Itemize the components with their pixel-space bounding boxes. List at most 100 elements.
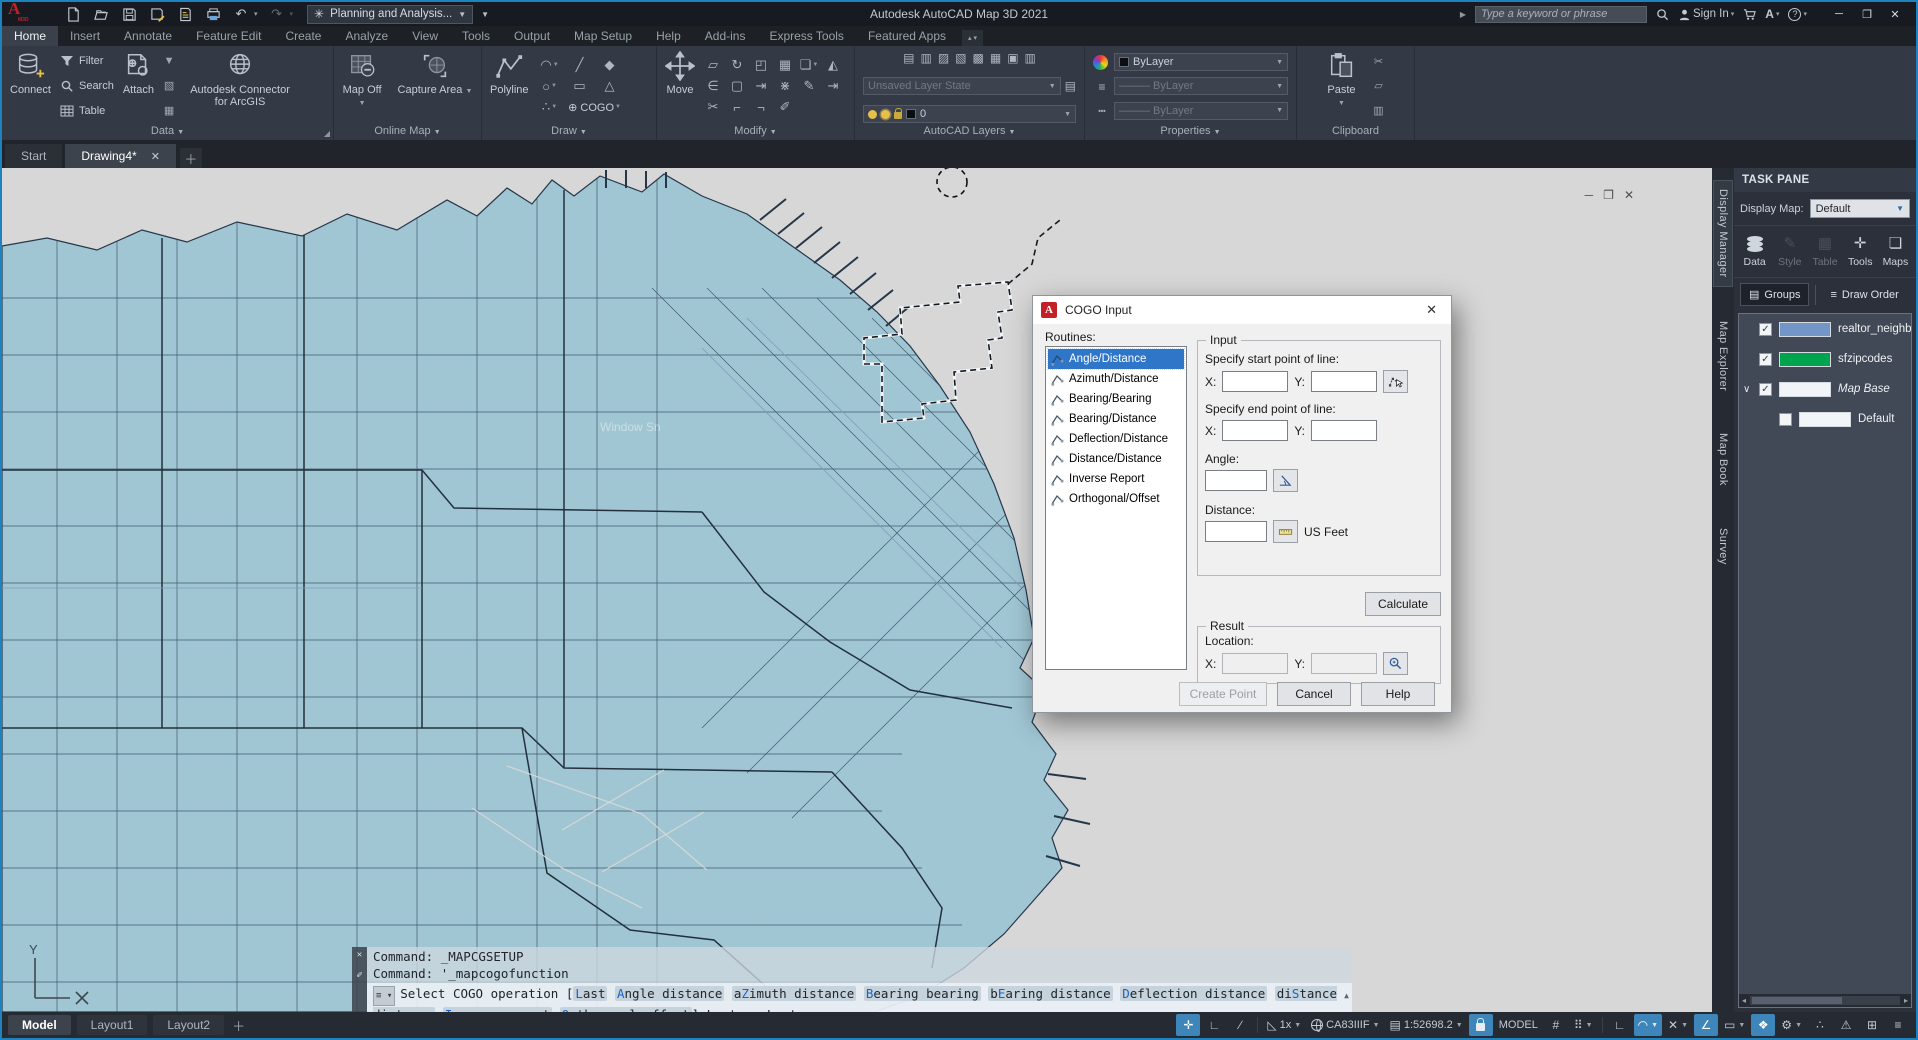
ribbon-tab-help[interactable]: Help	[644, 26, 693, 46]
help-icon[interactable]: ?▾	[1788, 8, 1807, 21]
command-option-chip[interactable]: Last	[573, 986, 607, 1001]
routine-item[interactable]: Bearing/Distance	[1048, 409, 1184, 429]
modify-panel-label[interactable]: Modify ▼	[657, 124, 854, 140]
ribbon-collapse-icon[interactable]: ▴ ▾	[962, 30, 983, 46]
drawing-minimize-icon[interactable]: ─	[1585, 188, 1594, 202]
legend-row[interactable]: ✓sfzipcodes	[1739, 344, 1911, 374]
routine-item[interactable]: Angle/Distance	[1048, 349, 1184, 369]
angle-input[interactable]	[1205, 470, 1267, 491]
properties-panel-label[interactable]: Properties ▼	[1085, 124, 1296, 140]
drawing-close-icon[interactable]: ✕	[1624, 188, 1634, 202]
start-y-input[interactable]	[1311, 371, 1377, 392]
draw-order-button[interactable]: ≡Draw Order	[1822, 285, 1906, 305]
modify-overlap-icon[interactable]: ❏▼	[797, 55, 821, 76]
modify-erase-icon[interactable]: ✐	[773, 97, 797, 118]
layers-panel-label[interactable]: AutoCAD Layers ▼	[855, 124, 1084, 140]
start-x-input[interactable]	[1222, 371, 1288, 392]
redo-caret-icon[interactable]: ▾	[290, 10, 294, 18]
ribbon-tab-view[interactable]: View	[400, 26, 450, 46]
layer-state-manager-icon[interactable]: ▤	[1065, 79, 1076, 93]
layer-off-icon[interactable]: ▣	[1007, 51, 1018, 65]
save-icon[interactable]	[120, 5, 138, 23]
lineweight-dropdown[interactable]: ———ByLayer▼	[1114, 77, 1288, 95]
display-map-dropdown[interactable]: Default▼	[1810, 199, 1910, 218]
map-view[interactable]: Y	[2, 168, 1712, 1012]
clipboard-panel-label[interactable]: Clipboard	[1297, 124, 1414, 140]
task-pane-tool-tools[interactable]: ✛Tools	[1844, 230, 1877, 271]
modify-edit-polyline-icon[interactable]: ✎	[797, 76, 821, 97]
routine-item[interactable]: Distance/Distance	[1048, 449, 1184, 469]
object-color-dropdown[interactable]: ByLayer▼	[1114, 53, 1288, 71]
polyline-button[interactable]: Polyline	[487, 49, 532, 123]
draw-line-icon[interactable]: ╱	[565, 55, 595, 76]
autotrack-icon[interactable]: ✛	[1176, 1014, 1200, 1036]
routine-item[interactable]: Bearing/Bearing	[1048, 389, 1184, 409]
command-option-chip[interactable]: Bearing bearing	[864, 986, 981, 1001]
end-x-input[interactable]	[1222, 420, 1288, 441]
object-snap-icon[interactable]: ∠	[1694, 1014, 1718, 1036]
arcgis-connector-button[interactable]: Autodesk Connectorfor ArcGIS	[181, 49, 299, 123]
workspace-gear-icon[interactable]: ⚙▼	[1777, 1014, 1806, 1036]
infocenter-chevron-icon[interactable]: ▶	[1460, 10, 1466, 19]
ribbon-tab-create[interactable]: Create	[273, 26, 333, 46]
modify-break-at-point-icon[interactable]: ¬	[749, 97, 773, 118]
drawing-restore-icon[interactable]: ❐	[1603, 188, 1614, 202]
side-tab-survey[interactable]: Survey	[1714, 520, 1732, 573]
workspace-switcher[interactable]: ✳ Planning and Analysis... ▼	[307, 5, 473, 24]
legend-scrollbar[interactable]: ◂ ▸	[1739, 994, 1911, 1007]
ribbon-tab-featured-apps[interactable]: Featured Apps	[856, 26, 958, 46]
ribbon-tab-output[interactable]: Output	[502, 26, 562, 46]
ribbon-tab-analyze[interactable]: Analyze	[333, 26, 400, 46]
grid-display-icon[interactable]: #	[1544, 1014, 1568, 1036]
app-store-cart-icon[interactable]	[1743, 8, 1756, 21]
layer-state-dropdown[interactable]: Unsaved Layer State▼	[863, 77, 1061, 95]
model-space-toggle[interactable]: MODEL	[1495, 1014, 1542, 1036]
split-merge-icon[interactable]: ▦	[164, 104, 174, 117]
open-file-icon[interactable]	[92, 5, 110, 23]
layout-tab-model[interactable]: Model	[8, 1015, 71, 1035]
coordinate-system[interactable]: CA83IIIF▼	[1307, 1014, 1383, 1036]
pick-distance-button[interactable]	[1273, 520, 1298, 543]
ribbon-tab-tools[interactable]: Tools	[450, 26, 502, 46]
cut-icon[interactable]: ✂	[1374, 55, 1383, 68]
command-option-chip[interactable]: Deflection distance	[1120, 986, 1267, 1001]
command-option-chip[interactable]: Angle distance	[615, 986, 724, 1001]
help-button[interactable]: Help	[1361, 682, 1435, 706]
search-feature-button[interactable]: Search	[57, 79, 117, 93]
layer-match-icon[interactable]: ▥	[920, 51, 931, 65]
app-warning-icon[interactable]: ⚠	[1834, 1014, 1858, 1036]
routines-list[interactable]: Angle/DistanceAzimuth/DistanceBearing/Be…	[1045, 346, 1187, 670]
side-tab-map-explorer[interactable]: Map Explorer	[1714, 313, 1732, 399]
data-panel-launcher-icon[interactable]: ◢	[324, 129, 330, 138]
side-tab-map-book[interactable]: Map Book	[1714, 425, 1732, 494]
add-to-map-icon[interactable]: ▧	[164, 79, 174, 92]
modify-array-icon[interactable]: ▦	[773, 55, 797, 76]
new-layout-button[interactable]: ＋	[224, 1016, 253, 1035]
undo-caret-icon[interactable]: ▾	[254, 10, 258, 18]
task-pane-tool-data[interactable]: Data	[1738, 230, 1771, 271]
routine-item[interactable]: Orthogonal/Offset	[1048, 489, 1184, 509]
ribbon-tab-home[interactable]: Home	[2, 26, 58, 46]
routine-item[interactable]: Azimuth/Distance	[1048, 369, 1184, 389]
snap-mode-icon[interactable]: ⠿▼	[1570, 1014, 1597, 1036]
sign-in-button[interactable]: Sign In▾	[1678, 8, 1734, 21]
command-prompt-icon[interactable]: ≡ ▾	[373, 986, 395, 1006]
end-y-input[interactable]	[1311, 420, 1377, 441]
layer-previous-icon[interactable]: ▨	[938, 51, 949, 65]
minimize-button[interactable]: ─	[1826, 4, 1852, 24]
pick-angle-button[interactable]	[1273, 469, 1298, 492]
draw-panel-label[interactable]: Draw ▼	[482, 124, 656, 140]
qat-customize-icon[interactable]: ▼	[481, 10, 489, 19]
paste-special-icon[interactable]: ▥	[1373, 104, 1383, 117]
modify-lengthen-icon[interactable]: ⋇	[773, 76, 797, 97]
command-history[interactable]: Command: _MAPCGSETUP Command: '_mapcogof…	[367, 947, 1352, 983]
osnap-tracking-icon[interactable]: ✕▼	[1664, 1014, 1692, 1036]
ortho-mode-icon[interactable]: ∟	[1202, 1014, 1226, 1036]
linetype-icon[interactable]: ┅	[1093, 104, 1111, 118]
dynamic-input-icon[interactable]: ▭▼	[1720, 1014, 1749, 1036]
legend-scroll-thumb[interactable]	[1752, 997, 1842, 1004]
drawing-canvas[interactable]: Y ─ ❐ ✕ Window Sn	[2, 168, 1712, 1012]
close-button[interactable]: ✕	[1882, 4, 1908, 24]
routine-item[interactable]: Inverse Report	[1048, 469, 1184, 489]
pick-start-point-button[interactable]	[1383, 370, 1408, 393]
